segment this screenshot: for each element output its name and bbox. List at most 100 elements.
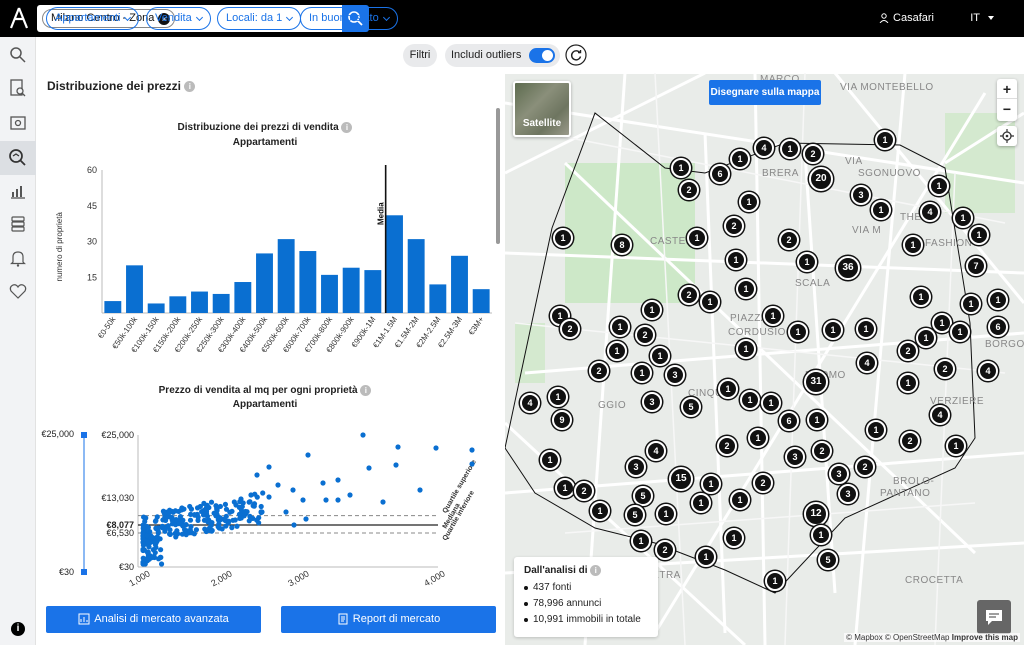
- property-cluster-marker[interactable]: 2: [655, 540, 675, 560]
- scatter-point[interactable]: [222, 501, 229, 507]
- scatter-point[interactable]: [360, 432, 366, 438]
- property-cluster-marker[interactable]: 1: [946, 436, 966, 456]
- property-cluster-marker[interactable]: 2: [900, 431, 920, 451]
- scatter-point[interactable]: [233, 502, 239, 508]
- scatter-point[interactable]: [323, 497, 329, 503]
- property-cluster-marker[interactable]: 1: [807, 410, 827, 430]
- scatter-point[interactable]: [158, 547, 164, 553]
- property-cluster-marker[interactable]: 1: [691, 493, 711, 513]
- property-cluster-marker[interactable]: 4: [930, 405, 950, 425]
- property-cluster-marker[interactable]: 1: [701, 474, 721, 494]
- condition-filter[interactable]: In buono stato: [300, 7, 398, 30]
- scatter-point[interactable]: [141, 561, 147, 567]
- scatter-point[interactable]: [152, 549, 158, 556]
- property-cluster-marker[interactable]: 1: [671, 158, 691, 178]
- property-cluster-marker[interactable]: 3: [785, 447, 805, 467]
- range-slider-handle-top[interactable]: [81, 432, 87, 438]
- scatter-point[interactable]: [140, 536, 146, 542]
- property-cluster-marker[interactable]: 1: [903, 235, 923, 255]
- property-cluster-marker[interactable]: 4: [520, 393, 540, 413]
- property-cluster-marker[interactable]: 2: [717, 436, 737, 456]
- attribution-text[interactable]: © Mapbox © OpenStreetMap: [846, 633, 949, 642]
- property-cluster-marker[interactable]: 1: [555, 478, 575, 498]
- scatter-point[interactable]: [380, 499, 386, 505]
- scatter-point[interactable]: [256, 520, 262, 526]
- scatter-point[interactable]: [193, 527, 200, 533]
- scatter-point[interactable]: [223, 513, 229, 519]
- property-cluster-marker[interactable]: 1: [788, 322, 808, 342]
- scatter-point[interactable]: [145, 555, 151, 561]
- property-cluster-marker[interactable]: 2: [855, 457, 875, 477]
- scatter-point[interactable]: [395, 444, 401, 450]
- property-cluster-marker[interactable]: 1: [590, 501, 610, 521]
- bar[interactable]: [169, 296, 187, 313]
- property-cluster-marker[interactable]: 1: [916, 328, 936, 348]
- property-type-filter[interactable]: Appartamenti: [46, 7, 140, 30]
- scatter-point[interactable]: [144, 532, 150, 539]
- property-cluster-marker[interactable]: 1: [700, 292, 720, 312]
- property-cluster-marker[interactable]: 2: [574, 481, 594, 501]
- bar[interactable]: [321, 274, 338, 313]
- scatter-point[interactable]: [209, 528, 215, 534]
- bar[interactable]: [472, 289, 490, 313]
- property-cluster-marker[interactable]: 36: [836, 256, 860, 280]
- property-cluster-marker[interactable]: 2: [898, 341, 918, 361]
- property-cluster-marker[interactable]: 4: [646, 441, 666, 461]
- scatter-point[interactable]: [250, 515, 256, 522]
- scatter-point[interactable]: [283, 509, 289, 515]
- property-cluster-marker[interactable]: 2: [779, 230, 799, 250]
- scatter-point[interactable]: [208, 499, 215, 505]
- stack-icon[interactable]: [8, 214, 28, 234]
- property-cluster-marker[interactable]: 7: [966, 256, 986, 276]
- scatter-point[interactable]: [230, 517, 236, 523]
- bar[interactable]: [407, 239, 425, 313]
- scatter-point[interactable]: [152, 518, 159, 524]
- property-cluster-marker[interactable]: 5: [625, 505, 645, 525]
- property-cluster-marker[interactable]: 1: [739, 192, 759, 212]
- scatter-point[interactable]: [216, 525, 222, 531]
- bar[interactable]: [342, 267, 360, 313]
- scatter-point[interactable]: [181, 506, 187, 512]
- property-cluster-marker[interactable]: 1: [823, 320, 843, 340]
- property-cluster-marker[interactable]: 3: [665, 365, 685, 385]
- info-icon[interactable]: i: [184, 81, 196, 93]
- property-cluster-marker[interactable]: 4: [754, 138, 774, 158]
- bar[interactable]: [212, 293, 230, 313]
- property-cluster-marker[interactable]: 1: [969, 225, 989, 245]
- refresh-icon[interactable]: [565, 44, 587, 66]
- property-cluster-marker[interactable]: 1: [631, 531, 651, 551]
- scatter-point[interactable]: [469, 461, 475, 467]
- property-cluster-marker[interactable]: 2: [679, 285, 699, 305]
- scatter-point[interactable]: [142, 518, 148, 525]
- property-cluster-marker[interactable]: 1: [718, 379, 738, 399]
- scatter-point[interactable]: [366, 465, 372, 471]
- property-cluster-marker[interactable]: 5: [633, 486, 653, 506]
- scatter-point[interactable]: [187, 517, 194, 523]
- scatter-point[interactable]: [159, 523, 165, 529]
- property-cluster-marker[interactable]: 5: [681, 397, 701, 417]
- scatter-point[interactable]: [176, 521, 182, 527]
- property-cluster-marker[interactable]: 1: [696, 547, 716, 567]
- property-cluster-marker[interactable]: 1: [610, 317, 630, 337]
- property-cluster-marker[interactable]: 31: [804, 370, 828, 394]
- chat-button[interactable]: [977, 600, 1011, 634]
- market-report-button[interactable]: Report di mercato: [281, 606, 496, 633]
- property-cluster-marker[interactable]: 1: [736, 339, 756, 359]
- scatter-point[interactable]: [155, 556, 162, 562]
- draw-on-map-button[interactable]: Disegnare sulla mappa: [709, 80, 821, 105]
- info-icon[interactable]: i: [341, 122, 353, 133]
- scatter-point[interactable]: [259, 509, 265, 515]
- property-cluster-marker[interactable]: 3: [838, 484, 858, 504]
- scatter-point[interactable]: [251, 503, 257, 509]
- scatter-point[interactable]: [240, 500, 246, 506]
- user-menu[interactable]: Casafari: [879, 12, 934, 24]
- market-search-icon[interactable]: [8, 148, 28, 168]
- document-search-icon[interactable]: [8, 78, 28, 98]
- scatter-point[interactable]: [275, 482, 281, 488]
- property-cluster-marker[interactable]: 2: [812, 441, 832, 461]
- property-cluster-marker[interactable]: 1: [724, 528, 744, 548]
- property-cluster-marker[interactable]: 1: [687, 228, 707, 248]
- property-cluster-marker[interactable]: 1: [950, 322, 970, 342]
- property-cluster-marker[interactable]: 1: [961, 294, 981, 314]
- scatter-point[interactable]: [335, 477, 341, 483]
